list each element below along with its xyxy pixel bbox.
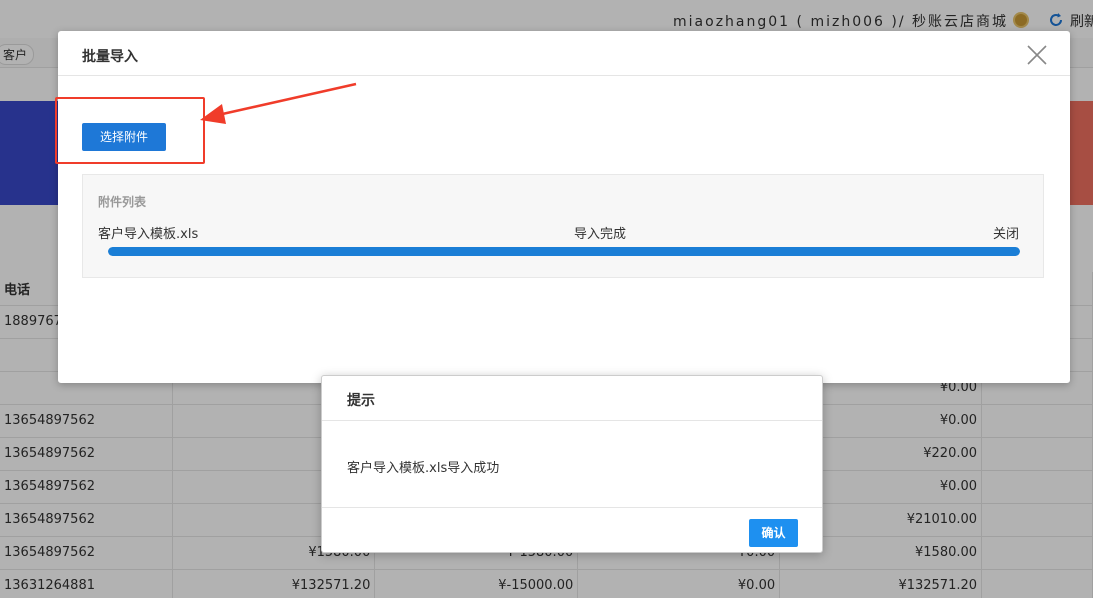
alert-title: 提示	[347, 393, 375, 409]
batch-import-dialog: 批量导入 选择附件 附件列表 客户导入模板.xls 导入完成 关闭	[58, 31, 1070, 383]
alert-dialog: 提示 客户导入模板.xls导入成功 确认	[321, 375, 823, 553]
attachment-status: 导入完成	[574, 227, 627, 242]
attachment-close-link[interactable]: 关闭	[993, 223, 1019, 242]
annotation-highlight-box	[55, 97, 205, 164]
attachment-list-title: 附件列表	[98, 195, 147, 209]
alert-footer: 确认	[322, 507, 822, 553]
dialog-header: 批量导入	[58, 31, 1070, 76]
upload-progress-fill	[108, 247, 1020, 256]
upload-progress-bar	[108, 247, 1020, 256]
confirm-button[interactable]: 确认	[749, 519, 798, 547]
alert-message: 客户导入模板.xls导入成功	[347, 461, 500, 476]
attachment-list-panel: 附件列表 客户导入模板.xls 导入完成 关闭	[82, 174, 1044, 278]
dialog-title: 批量导入	[82, 49, 138, 65]
close-icon[interactable]	[1026, 44, 1048, 66]
attachment-file-name: 客户导入模板.xls	[98, 227, 199, 242]
alert-header: 提示	[322, 376, 822, 421]
